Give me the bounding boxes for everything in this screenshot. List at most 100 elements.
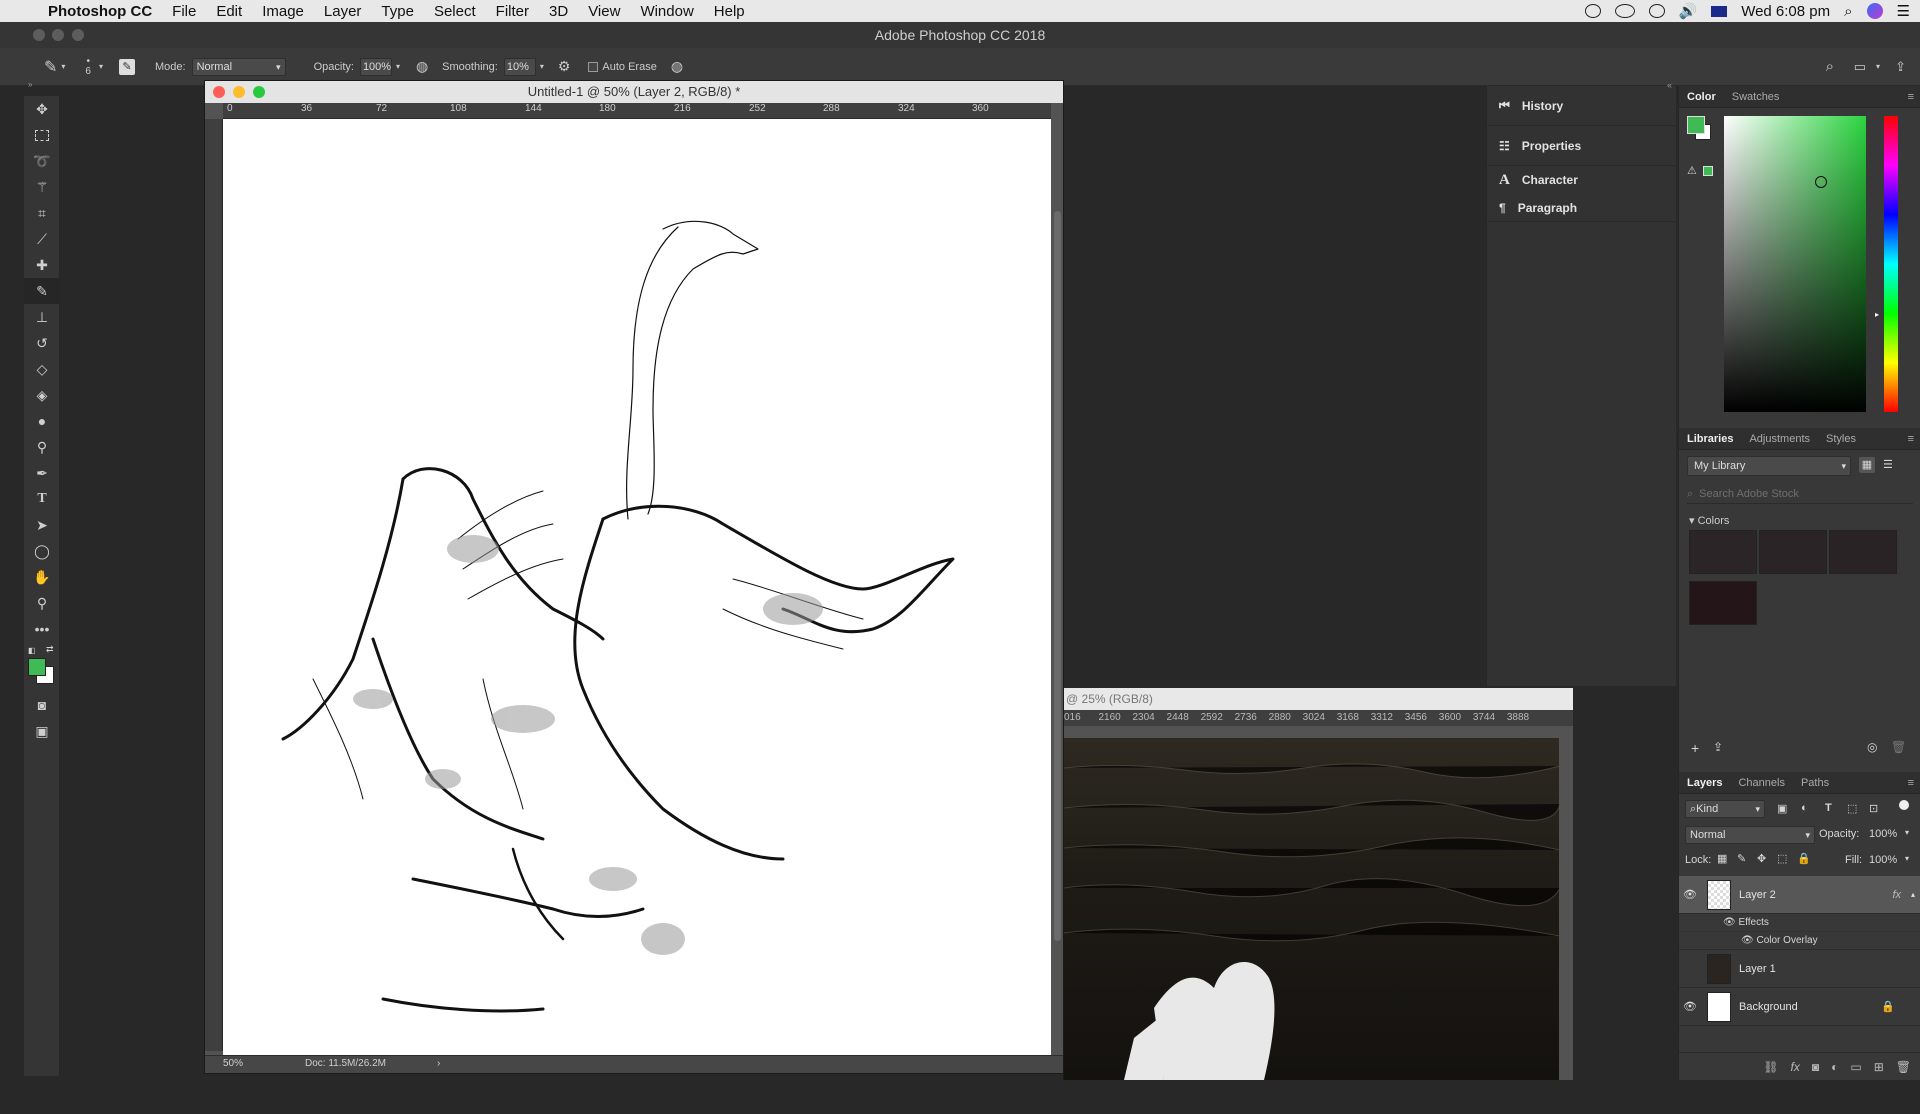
gamut-warning-icon[interactable]: ⚠ xyxy=(1687,164,1697,177)
color-panel-menu-icon[interactable]: ≡ xyxy=(1908,86,1914,108)
marquee-tool[interactable] xyxy=(24,122,60,148)
history-brush-tool[interactable]: ↺ xyxy=(24,330,60,356)
zoom-tool[interactable]: ⚲ xyxy=(24,590,60,616)
gear-icon[interactable]: ⚙ xyxy=(558,58,571,75)
fill-value[interactable]: 100% xyxy=(1869,854,1897,866)
clone-stamp-tool[interactable]: ⊥ xyxy=(24,304,60,330)
quick-mask-button[interactable]: ◙ xyxy=(24,692,60,718)
brush-settings-icon[interactable]: ✎ xyxy=(119,58,135,75)
filter-smart-object-icon[interactable]: ⊡ xyxy=(1869,802,1878,815)
ellipse-tool[interactable]: ◯ xyxy=(24,538,60,564)
color-picker-handle[interactable] xyxy=(1815,176,1827,188)
effects-row[interactable]: 👁 Effects xyxy=(1679,914,1920,932)
add-mask-icon[interactable]: ◙ xyxy=(1812,1060,1819,1074)
collapse-tools-icon[interactable]: » xyxy=(24,80,60,94)
trash-icon[interactable]: 🗑 xyxy=(1891,740,1906,754)
hand-tool[interactable]: ✋ xyxy=(24,564,60,590)
tab-swatches[interactable]: Swatches xyxy=(1724,86,1788,108)
lock-position-icon[interactable]: ✥ xyxy=(1757,852,1766,865)
list-view-icon[interactable]: ☰ xyxy=(1883,457,1893,473)
opacity-dropdown-icon[interactable]: ▾ xyxy=(396,62,400,71)
color-field[interactable] xyxy=(1724,116,1866,412)
layer-lock-icon[interactable]: 🔒 xyxy=(1881,1000,1895,1013)
dock-collapse-icon[interactable]: « xyxy=(1667,80,1672,90)
menu-layer[interactable]: Layer xyxy=(314,3,372,20)
hue-slider[interactable] xyxy=(1884,116,1898,412)
zoom-level[interactable]: 50% xyxy=(223,1058,243,1069)
layer-filter-select[interactable]: ⌕Kind ▾ xyxy=(1685,800,1765,818)
lock-all-icon[interactable]: 🔒 xyxy=(1797,852,1811,865)
menu-help[interactable]: Help xyxy=(704,3,755,20)
new-layer-icon[interactable]: ⊞ xyxy=(1874,1060,1884,1074)
paragraph-panel-button[interactable]: ¶ Paragraph xyxy=(1487,194,1676,222)
auto-erase-checkbox[interactable] xyxy=(588,61,599,72)
horizontal-ruler[interactable]: 0 36 72 108 144 180 216 252 288 324 360 xyxy=(223,103,1051,119)
tab-color[interactable]: Color xyxy=(1679,86,1724,108)
default-colors-icon[interactable]: ◧ xyxy=(28,646,36,655)
color-fg-chip[interactable] xyxy=(1687,116,1705,134)
magic-wand-tool[interactable]: ⚚ xyxy=(24,174,60,200)
layer-fx-icon[interactable]: fx xyxy=(1892,889,1901,901)
lasso-tool[interactable]: ➰ xyxy=(24,148,60,174)
swan-photo[interactable] xyxy=(1064,738,1560,1080)
move-tool[interactable]: ✥ xyxy=(24,96,60,122)
smoothing-dropdown-icon[interactable]: ▾ xyxy=(540,62,544,71)
new-group-icon[interactable]: ▭ xyxy=(1850,1060,1861,1074)
paint-bucket-tool[interactable]: ◈ xyxy=(24,382,60,408)
library-color-swatch[interactable] xyxy=(1689,530,1757,574)
zoom-document-button[interactable] xyxy=(253,86,265,98)
upload-icon[interactable]: ⇪ xyxy=(1713,740,1723,754)
menu-type[interactable]: Type xyxy=(371,3,424,20)
layer-opacity-dropdown-icon[interactable]: ▾ xyxy=(1905,828,1909,837)
photo-horizontal-ruler[interactable]: 016 2160 2304 2448 2592 2736 2880 3024 3… xyxy=(1064,710,1573,726)
siri-icon[interactable] xyxy=(1866,3,1883,19)
vertical-ruler[interactable] xyxy=(205,119,223,1051)
path-selection-tool[interactable]: ➤ xyxy=(24,512,60,538)
hue-slider-handle[interactable]: ▸ xyxy=(1875,310,1879,319)
tab-paths[interactable]: Paths xyxy=(1793,772,1837,794)
library-select[interactable]: My Library ▾ xyxy=(1687,456,1851,476)
stock-search-field[interactable]: ⌕ Search Adobe Stock xyxy=(1687,484,1913,504)
filter-adjustment-icon[interactable]: ◐ xyxy=(1801,802,1808,814)
swap-colors-icon[interactable]: ⇄ xyxy=(46,644,54,655)
share-icon[interactable]: ⇪ xyxy=(1895,59,1906,75)
volume-icon[interactable]: 🔊 xyxy=(1679,2,1698,20)
preset-dropdown-icon[interactable]: ▾ xyxy=(61,62,65,71)
close-window-button[interactable] xyxy=(33,29,45,41)
brush-dropdown-icon[interactable]: ▾ xyxy=(99,62,103,71)
collapse-effects-icon[interactable]: ▴ xyxy=(1911,890,1915,899)
effects-eye-icon[interactable]: 👁 xyxy=(1723,917,1738,928)
search-icon[interactable]: ⌕ xyxy=(1826,58,1834,75)
menu-select[interactable]: Select xyxy=(424,3,486,20)
clock[interactable]: Wed 6:08 pm xyxy=(1741,3,1830,20)
canvas[interactable] xyxy=(223,119,1051,1056)
tab-adjustments[interactable]: Adjustments xyxy=(1741,428,1818,450)
library-color-swatch[interactable] xyxy=(1829,530,1897,574)
pencil-preset-icon[interactable]: ✎ xyxy=(44,57,57,77)
more-tools[interactable]: ••• xyxy=(24,616,60,642)
layer-opacity-value[interactable]: 100% xyxy=(1869,828,1897,840)
blur-tool[interactable]: ● xyxy=(24,408,60,434)
library-color-swatch[interactable] xyxy=(1689,581,1757,625)
fill-dropdown-icon[interactable]: ▾ xyxy=(1905,854,1909,863)
menu-3d[interactable]: 3D xyxy=(539,3,578,20)
close-document-button[interactable] xyxy=(213,86,225,98)
filter-pixel-icon[interactable]: ▣ xyxy=(1777,802,1787,815)
notification-center-icon[interactable]: ☰ xyxy=(1897,2,1910,20)
history-panel-button[interactable]: ⏮ History xyxy=(1487,86,1676,126)
color-overlay-eye-icon[interactable]: 👁 xyxy=(1741,935,1756,946)
filter-type-icon[interactable]: T xyxy=(1825,802,1832,814)
vertical-scrollbar[interactable] xyxy=(1054,211,1061,941)
new-adjustment-layer-icon[interactable]: ◐ xyxy=(1831,1060,1838,1074)
layers-panel-menu-icon[interactable]: ≡ xyxy=(1908,772,1914,794)
sync-icon[interactable]: ◎ xyxy=(1867,740,1877,754)
filter-toggle-icon[interactable] xyxy=(1899,800,1909,810)
time-machine-icon[interactable] xyxy=(1648,4,1665,18)
creative-cloud-icon[interactable] xyxy=(1614,4,1635,18)
tab-channels[interactable]: Channels xyxy=(1730,772,1792,794)
visibility-eye-icon[interactable]: 👁 xyxy=(1679,1000,1701,1013)
menu-image[interactable]: Image xyxy=(252,3,314,20)
spotlight-search-icon[interactable]: ⌕ xyxy=(1844,3,1852,20)
colors-section-heading[interactable]: ▾ Colors xyxy=(1689,514,1729,527)
menu-file[interactable]: File xyxy=(162,3,206,20)
